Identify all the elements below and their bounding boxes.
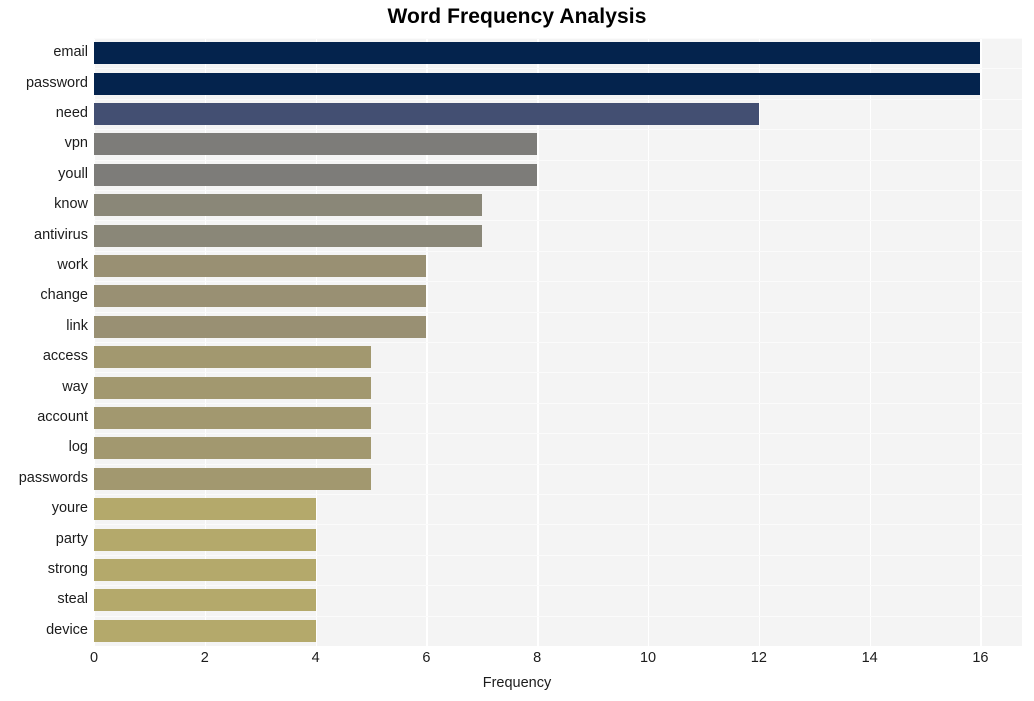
grid-line-horizontal [94,463,1022,465]
y-axis-tick-label: log [68,439,88,456]
y-axis-tick-label: device [46,621,88,638]
y-axis-tick-label: know [54,196,88,213]
x-axis-title: Frequency [482,675,552,691]
y-axis-tick-label: vpn [64,135,88,152]
y-axis-tick-label: way [62,378,88,395]
x-axis-tick-label: 2 [200,650,209,666]
y-axis-tick-label: antivirus [34,226,88,243]
y-axis-tick-label: password [25,74,88,91]
plot-area [94,38,1022,646]
bar [94,133,538,156]
grid-line-horizontal [94,220,1022,222]
bar [94,498,316,521]
x-axis-tick-label: 10 [639,650,657,666]
grid-line-horizontal [94,159,1022,161]
bar [94,285,427,308]
y-axis-tick-label: work [57,257,88,273]
bar [94,255,427,277]
x-axis-tick-label: 16 [972,650,989,666]
bar [94,72,981,95]
bar [94,376,371,399]
chart-figure: Word Frequency Analysis email password nee… [0,0,1034,701]
bar [94,619,316,642]
grid-line-horizontal [94,129,1022,131]
grid-line-horizontal [94,281,1022,283]
y-axis-tick-label: change [40,287,88,304]
grid-line-horizontal [94,524,1022,526]
chart-title: Word Frequency Analysis [387,5,647,28]
bar [94,224,482,247]
bar [94,407,371,429]
y-axis-tick-label: email [53,44,88,61]
bar [94,467,371,490]
y-axis-tick-label: party [55,530,88,547]
x-axis-tick-label: 6 [422,650,431,666]
x-axis-tick-label: 8 [533,650,542,666]
grid-line-horizontal [94,433,1022,435]
bar [94,315,427,338]
bar [94,346,371,369]
bar [94,437,371,460]
bar [94,163,538,186]
bar [94,559,316,581]
grid-line-horizontal [94,342,1022,344]
x-axis-tick-label: 4 [311,650,320,666]
y-axis-tick-label: passwords [18,469,88,486]
bar [94,42,981,65]
grid-line-horizontal [94,68,1022,70]
x-axis-tick-label: 12 [750,650,767,666]
grid-line-horizontal [94,402,1022,404]
grid-line-horizontal [94,190,1022,192]
grid-line-horizontal [94,38,1022,40]
y-axis-tick-label: youll [58,165,88,182]
bar [94,528,316,551]
x-axis-tick-label: 0 [89,650,99,666]
bar [94,103,759,125]
y-axis-tick-label: youre [51,500,88,517]
y-axis-tick-label: access [42,348,88,365]
x-axis-tick-label: 14 [861,650,878,666]
grid-line-horizontal [94,494,1022,496]
bar [94,589,316,612]
bar [94,194,482,217]
y-axis-tick-label: link [66,317,88,334]
grid-line-horizontal [94,311,1022,313]
grid-line-horizontal [94,585,1022,587]
y-axis-tick-label: account [37,409,88,425]
grid-line-horizontal [94,554,1022,556]
grid-line-horizontal [94,250,1022,252]
grid-line-horizontal [94,372,1022,374]
y-axis-tick-label: steal [57,591,88,608]
y-axis-tick-label: strong [47,561,88,577]
grid-line-horizontal [94,615,1022,617]
y-axis-tick-label: need [55,105,88,121]
grid-line-horizontal [94,98,1022,100]
